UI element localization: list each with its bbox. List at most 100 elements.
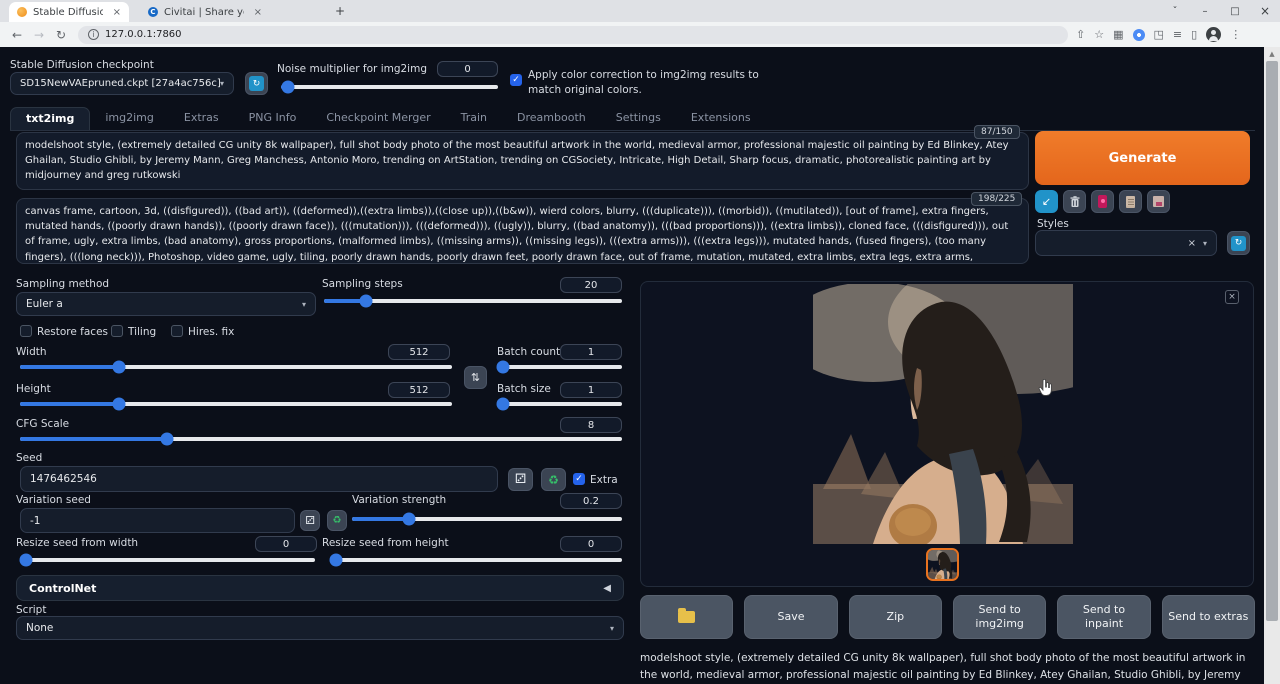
save-button[interactable]: Save (744, 595, 837, 639)
tab-train[interactable]: Train (446, 107, 502, 130)
extra-seed-checkbox[interactable]: ✓ (573, 473, 585, 485)
width-slider[interactable] (20, 365, 452, 369)
browser-menu-icon[interactable]: ⋮ (1230, 28, 1241, 41)
restore-faces-checkbox[interactable] (20, 325, 32, 337)
tab-search-chevron-icon[interactable]: ˇ (1160, 0, 1190, 22)
browser-tab-civitai[interactable]: C Civitai | Share your models × (140, 2, 270, 22)
noise-multiplier-value[interactable]: 0 (437, 61, 498, 77)
back-icon[interactable]: ← (6, 28, 28, 42)
variation-seed-input[interactable]: -1 (20, 508, 295, 533)
variation-strength-slider[interactable] (352, 517, 622, 521)
batch-count-slider[interactable] (497, 365, 622, 369)
width-value[interactable]: 512 (388, 344, 450, 360)
tab-extensions[interactable]: Extensions (676, 107, 766, 130)
send-to-extras-button[interactable]: Send to extras (1162, 595, 1255, 639)
sampling-method-label: Sampling method (16, 278, 109, 290)
styles-refresh-button[interactable]: ↻ (1227, 231, 1250, 255)
tab-close-icon[interactable]: × (113, 7, 121, 18)
variation-random-seed-button[interactable]: ⚂ (300, 510, 320, 531)
random-seed-button[interactable]: ⚂ (508, 468, 533, 491)
url-text: 127.0.0.1:7860 (105, 29, 182, 40)
seed-input[interactable]: 1476462546 (20, 466, 498, 492)
tab-extras[interactable]: Extras (169, 107, 234, 130)
controlnet-accordion[interactable]: ControlNet ◀ (16, 575, 624, 601)
negative-prompt-textarea[interactable]: canvas frame, cartoon, 3d, ((disfigured)… (16, 198, 1029, 264)
bookmark-star-icon[interactable]: ☆ (1094, 28, 1104, 41)
tiling-checkbox[interactable] (111, 325, 123, 337)
checkpoint-value: SD15NewVAEpruned.ckpt [27a4ac756c] (20, 78, 220, 89)
paste-params-button[interactable]: ↙ (1035, 190, 1058, 213)
scrollbar-up-icon[interactable]: ▲ (1264, 47, 1280, 61)
resize-seed-height-value[interactable]: 0 (560, 536, 622, 552)
refresh-icon: ↻ (1231, 236, 1246, 251)
address-bar[interactable]: i 127.0.0.1:7860 (78, 26, 1068, 44)
reload-icon[interactable]: ↻ (50, 28, 72, 42)
browser-tab-title: Civitai | Share your models (164, 7, 244, 18)
window-close-button[interactable]: × (1250, 0, 1280, 22)
variation-seed-label: Variation seed (16, 494, 91, 506)
site-info-icon[interactable]: i (88, 29, 99, 40)
tab-txt2img[interactable]: txt2img (10, 107, 90, 130)
resize-seed-height-slider[interactable] (330, 558, 622, 562)
browser-tab-stable-diffusion[interactable]: Stable Diffusion × (9, 2, 129, 22)
extensions-puzzle-icon[interactable]: ◳ (1154, 28, 1164, 41)
generated-image[interactable] (813, 284, 1073, 544)
tab-checkpoint-merger[interactable]: Checkpoint Merger (311, 107, 445, 130)
share-icon[interactable]: ⇧ (1076, 28, 1085, 41)
variation-strength-value[interactable]: 0.2 (560, 493, 622, 509)
page-scrollbar[interactable]: ▲ (1264, 47, 1280, 684)
tab-close-icon[interactable]: × (254, 7, 262, 18)
forward-icon[interactable]: → (28, 28, 50, 42)
extension-grid-icon[interactable]: ▦ (1113, 28, 1123, 41)
reuse-seed-button[interactable]: ♻ (541, 468, 566, 491)
variation-strength-label: Variation strength (352, 494, 446, 506)
variation-reuse-seed-button[interactable]: ♻ (327, 510, 347, 531)
noise-multiplier-slider[interactable] (281, 85, 498, 89)
cfg-scale-value[interactable]: 8 (560, 417, 622, 433)
dice-icon: ⚂ (305, 514, 315, 527)
window-minimize-button[interactable]: – (1190, 0, 1220, 22)
profile-avatar[interactable] (1206, 27, 1221, 42)
sampling-method-dropdown[interactable]: Euler a ▾ (16, 292, 316, 316)
hires-fix-checkbox[interactable] (171, 325, 183, 337)
batch-size-value[interactable]: 1 (560, 382, 622, 398)
tab-dreambooth[interactable]: Dreambooth (502, 107, 601, 130)
zip-button[interactable]: Zip (849, 595, 942, 639)
swap-dimensions-button[interactable]: ⇅ (464, 366, 487, 389)
extension-blue-icon[interactable] (1133, 29, 1145, 41)
open-folder-button[interactable] (640, 595, 733, 639)
sampling-steps-slider[interactable] (324, 299, 622, 303)
send-to-inpaint-button[interactable]: Send to inpaint (1057, 595, 1150, 639)
reading-list-icon[interactable]: ≡ (1173, 28, 1182, 41)
checkpoint-dropdown[interactable]: SD15NewVAEpruned.ckpt [27a4ac756c] ▾ (10, 72, 234, 95)
resize-seed-width-value[interactable]: 0 (255, 536, 317, 552)
side-panel-icon[interactable]: ▯ (1191, 28, 1197, 41)
send-to-img2img-button[interactable]: Send to img2img (953, 595, 1046, 639)
styles-dropdown[interactable]: × ▾ (1035, 230, 1217, 256)
apply-style-button[interactable] (1119, 190, 1142, 213)
batch-size-slider[interactable] (497, 402, 622, 406)
window-maximize-button[interactable]: □ (1220, 0, 1250, 22)
prompt-textarea[interactable]: modelshoot style, (extremely detailed CG… (16, 132, 1029, 190)
gallery-thumbnail[interactable] (926, 548, 959, 581)
resize-seed-width-slider[interactable] (20, 558, 315, 562)
extra-networks-button[interactable] (1091, 190, 1114, 213)
height-slider[interactable] (20, 402, 452, 406)
gallery-close-button[interactable]: × (1225, 290, 1239, 304)
sampling-steps-value[interactable]: 20 (560, 277, 622, 293)
cfg-scale-slider[interactable] (20, 437, 622, 441)
clear-icon[interactable]: × (1188, 238, 1196, 249)
color-correction-checkbox[interactable]: ✓ (510, 74, 522, 86)
checkpoint-refresh-button[interactable]: ↻ (245, 72, 268, 95)
save-style-button[interactable] (1147, 190, 1170, 213)
scrollbar-thumb[interactable] (1266, 61, 1278, 621)
tab-img2img[interactable]: img2img (90, 107, 169, 130)
batch-count-value[interactable]: 1 (560, 344, 622, 360)
clear-prompt-button[interactable] (1063, 190, 1086, 213)
height-value[interactable]: 512 (388, 382, 450, 398)
tab-settings[interactable]: Settings (601, 107, 676, 130)
script-dropdown[interactable]: None ▾ (16, 616, 624, 640)
new-tab-button[interactable]: + (332, 4, 348, 20)
generate-button[interactable]: Generate (1035, 131, 1250, 185)
tab-png-info[interactable]: PNG Info (234, 107, 312, 130)
